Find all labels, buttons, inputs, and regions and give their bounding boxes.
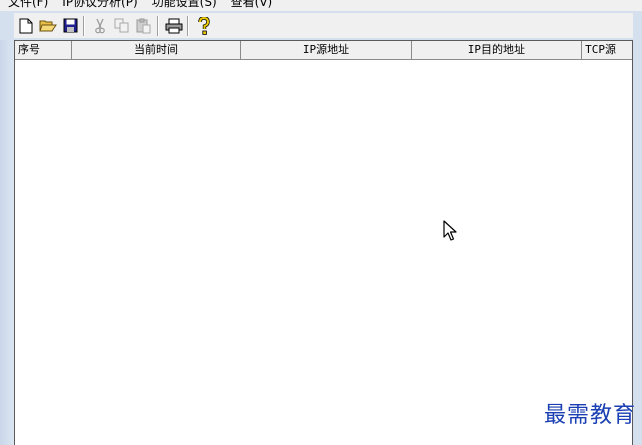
menu-ip-analysis[interactable]: IP协议分析(P) (62, 0, 137, 10)
menu-view[interactable]: 查看(V) (231, 0, 273, 10)
toolbar-separator (157, 15, 159, 36)
column-header-time[interactable]: 当前时间 (72, 41, 242, 59)
menu-file[interactable]: 文件(F) (8, 0, 48, 10)
paste-button[interactable] (134, 16, 154, 36)
column-header-index[interactable]: 序号 (15, 41, 72, 59)
app-window: 文件(F) IP协议分析(P) 功能设置(S) 查看(V) 序号 当前时间 IP… (0, 0, 642, 445)
toolbar-separator (83, 15, 85, 36)
cut-icon (95, 18, 105, 33)
copy-icon (114, 18, 129, 33)
toolbar-separator (187, 15, 189, 36)
print-icon (165, 18, 183, 33)
open-folder-icon (39, 20, 57, 32)
window-right-border (633, 40, 642, 445)
column-header-tcp-source[interactable]: TCP源 (582, 41, 632, 59)
new-file-button[interactable] (16, 16, 36, 36)
mouse-cursor-icon (443, 220, 457, 241)
print-button[interactable] (164, 16, 184, 36)
packet-list-view[interactable]: 序号 当前时间 IP源地址 IP目的地址 TCP源 (14, 40, 633, 445)
menu-settings[interactable]: 功能设置(S) (152, 0, 217, 10)
watermark-text: 最需教育 (543, 403, 636, 428)
window-left-border (0, 40, 14, 445)
column-header-ip-source[interactable]: IP源地址 (241, 41, 412, 59)
list-header: 序号 当前时间 IP源地址 IP目的地址 TCP源 (15, 41, 632, 60)
column-header-ip-destination[interactable]: IP目的地址 (412, 41, 583, 59)
copy-button[interactable] (112, 16, 132, 36)
new-file-icon (19, 18, 33, 33)
menu-bar: 文件(F) IP协议分析(P) 功能设置(S) 查看(V) (0, 0, 642, 11)
toolbar (14, 13, 633, 38)
help-icon (198, 16, 210, 35)
save-button[interactable] (60, 16, 80, 36)
help-button[interactable] (194, 16, 214, 36)
paste-icon (136, 18, 151, 33)
save-icon (63, 18, 77, 33)
open-button[interactable] (38, 16, 58, 36)
cut-button[interactable] (90, 16, 110, 36)
